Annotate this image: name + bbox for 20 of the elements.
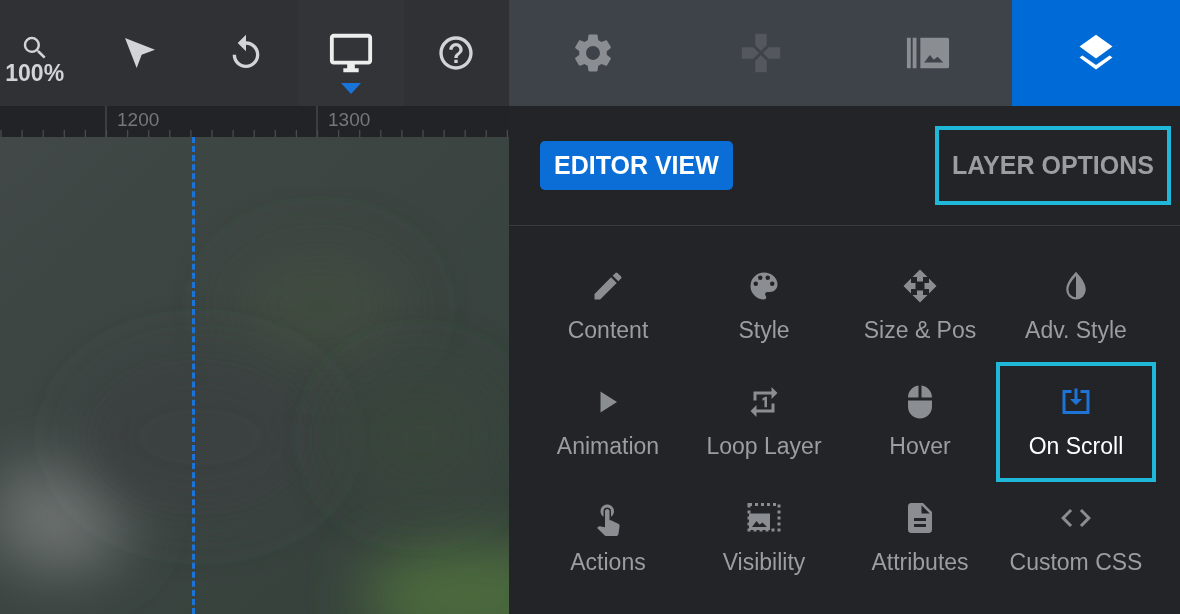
toolbar-button[interactable] [298, 0, 404, 106]
option-button[interactable]: Hover [842, 364, 998, 480]
panel-tab[interactable] [1012, 0, 1180, 106]
editor-view-button[interactable]: EDITOR VIEW [540, 141, 733, 190]
option-button[interactable]: Size & Pos [842, 248, 998, 364]
option-button[interactable]: Visibility [686, 480, 842, 596]
option-button[interactable]: Adv. Style [998, 248, 1154, 364]
option-button[interactable]: Loop Layer [686, 364, 842, 480]
zoom-button[interactable]: 100% [0, 0, 88, 106]
active-indicator [340, 83, 361, 94]
option-button[interactable]: Custom CSS [998, 480, 1154, 596]
option-button[interactable]: Attributes [842, 480, 998, 596]
option-button[interactable]: Animation [530, 364, 686, 480]
ruler-label: 1300 [328, 109, 371, 131]
option-button[interactable]: Content [530, 248, 686, 364]
option-button[interactable]: Style [686, 248, 842, 364]
ruler-label: 1200 [117, 109, 160, 131]
move-arrows-icon [902, 268, 938, 304]
option-button[interactable]: On Scroll [998, 364, 1154, 480]
option-button[interactable]: Actions [530, 480, 686, 596]
